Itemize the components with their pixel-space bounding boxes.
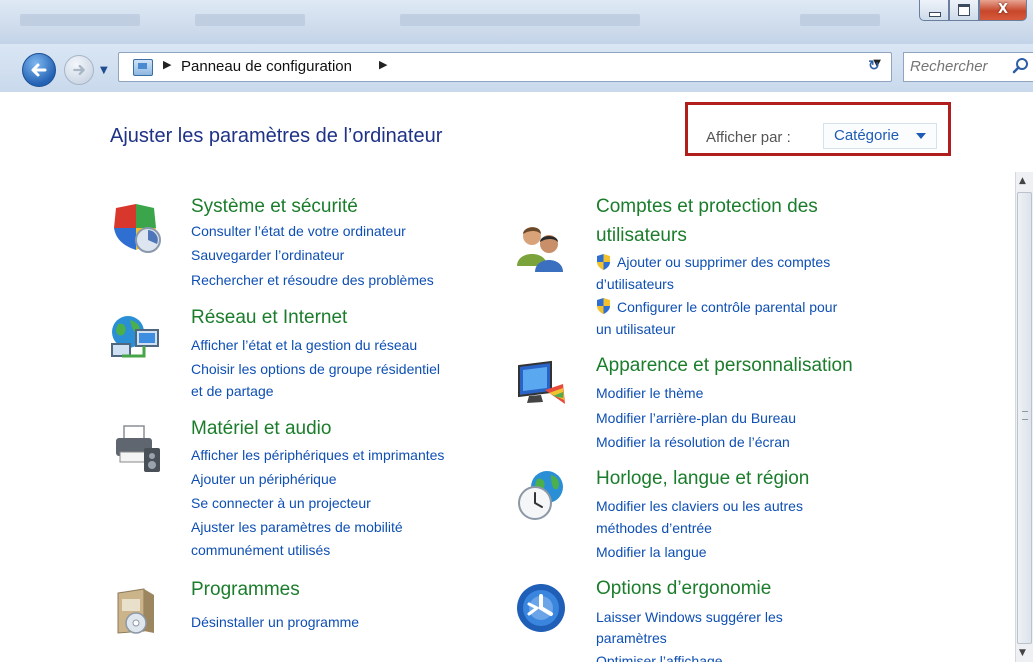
scrollbar-thumb[interactable] [1017, 192, 1032, 644]
network-globe-icon [111, 316, 159, 358]
search-input[interactable] [910, 56, 1006, 76]
uac-shield-icon [597, 298, 610, 314]
link-devices-printers[interactable]: Afficher les périphériques et imprimante… [191, 447, 444, 463]
search-icon[interactable] [1012, 57, 1030, 75]
control-panel-icon [133, 59, 153, 76]
title-bar-blur [20, 14, 140, 26]
monitor-palette-icon [518, 360, 565, 404]
printer-icon [116, 425, 160, 472]
category-title-user-accounts-cont[interactable]: utilisateurs [596, 225, 687, 247]
category-title-clock-language[interactable]: Horloge, langue et région [596, 468, 809, 490]
link-change-keyboards-cont[interactable]: méthodes d’entrée [596, 520, 712, 536]
link-let-windows-suggest[interactable]: Laisser Windows suggérer les [596, 609, 783, 625]
category-title-network-internet[interactable]: Réseau et Internet [191, 307, 347, 329]
close-button[interactable]: X [979, 0, 1027, 21]
link-change-keyboards[interactable]: Modifier les claviers ou les autres [596, 498, 803, 514]
category-title-ease-of-access[interactable]: Options d’ergonomie [596, 578, 771, 600]
scroll-down-arrow-icon[interactable]: ▼ [1019, 648, 1026, 658]
category-title-system-security[interactable]: Système et sécurité [191, 196, 358, 218]
link-connect-projector[interactable]: Se connecter à un projecteur [191, 495, 371, 511]
link-change-background[interactable]: Modifier l’arrière-plan du Bureau [596, 410, 796, 426]
breadcrumb-arrow-icon[interactable]: ▶ [163, 58, 171, 71]
link-add-remove-accounts-cont[interactable]: d’utilisateurs [596, 276, 674, 292]
back-arrow-icon [31, 63, 47, 77]
link-add-device[interactable]: Ajouter un périphérique [191, 471, 337, 487]
breadcrumb-arrow-icon[interactable]: ▶ [379, 58, 387, 71]
back-button[interactable] [22, 53, 56, 87]
security-shield-icon [114, 204, 161, 253]
forward-arrow-icon [73, 64, 85, 76]
title-bar-blur [800, 14, 880, 26]
link-change-theme[interactable]: Modifier le thème [596, 385, 703, 401]
minimize-button[interactable] [919, 0, 949, 21]
control-panel-window: X ▼ ▶ Panneau de configuration ▶ ▼ ↻ Aju… [0, 0, 1033, 662]
content-pane: Ajuster les paramètres de l’ordinateur A… [0, 92, 1033, 662]
category-title-user-accounts[interactable]: Comptes et protection des [596, 196, 818, 218]
ease-of-access-icon [517, 584, 565, 632]
maximize-icon [958, 4, 970, 16]
link-add-remove-accounts[interactable]: Ajouter ou supprimer des comptes [617, 254, 830, 270]
close-icon: X [997, 2, 1009, 17]
users-icon [517, 227, 563, 272]
link-mobility-settings[interactable]: Ajuster les paramètres de mobilité [191, 519, 403, 535]
link-let-windows-suggest-cont[interactable]: paramètres [596, 630, 667, 646]
category-title-programs[interactable]: Programmes [191, 579, 300, 601]
breadcrumb-control-panel[interactable]: Panneau de configuration [181, 58, 352, 75]
uac-shield-icon [597, 254, 610, 270]
link-troubleshoot[interactable]: Rechercher et résoudre des problèmes [191, 272, 434, 288]
category-title-appearance[interactable]: Apparence et personnalisation [596, 355, 853, 377]
minimize-icon [929, 12, 941, 17]
link-network-status[interactable]: Afficher l’état et la gestion du réseau [191, 337, 417, 353]
title-bar: X [0, 0, 1033, 44]
link-parental-controls-cont[interactable]: un utilisateur [596, 321, 675, 337]
scrollbar-grip [1022, 411, 1028, 420]
vertical-scrollbar[interactable]: ▲ ▼ [1015, 172, 1033, 662]
navigation-bar: ▼ ▶ Panneau de configuration ▶ ▼ ↻ [0, 44, 1033, 92]
category-title-hardware-sound[interactable]: Matériel et audio [191, 418, 331, 440]
link-mobility-settings-cont[interactable]: communément utilisés [191, 542, 330, 558]
link-optimize-display[interactable]: Optimiser l’affichage [596, 653, 723, 662]
programs-box-icon [117, 588, 154, 634]
window-controls: X [919, 0, 1027, 22]
address-bar[interactable]: ▶ Panneau de configuration ▶ ▼ [118, 52, 892, 82]
link-backup-computer[interactable]: Sauvegarder l’ordinateur [191, 247, 344, 263]
search-box[interactable] [903, 52, 1033, 82]
link-parental-controls[interactable]: Configurer le contrôle parental pour [617, 299, 837, 315]
title-bar-blur [400, 14, 640, 26]
highlight-box [685, 102, 951, 156]
link-change-language[interactable]: Modifier la langue [596, 544, 707, 560]
page-title: Ajuster les paramètres de l’ordinateur [110, 125, 443, 147]
scroll-up-arrow-icon[interactable]: ▲ [1019, 176, 1026, 186]
link-homegroup-options-cont[interactable]: et de partage [191, 383, 274, 399]
clock-globe-icon [518, 471, 563, 520]
link-homegroup-options[interactable]: Choisir les options de groupe résidentie… [191, 361, 440, 377]
recent-pages-dropdown[interactable]: ▼ [100, 65, 108, 76]
refresh-icon[interactable]: ↻ [868, 58, 880, 74]
maximize-button[interactable] [949, 0, 979, 21]
title-bar-blur [195, 14, 305, 26]
forward-button[interactable] [64, 55, 94, 85]
link-check-computer-status[interactable]: Consulter l’état de votre ordinateur [191, 223, 406, 239]
link-change-resolution[interactable]: Modifier la résolution de l’écran [596, 434, 790, 450]
link-uninstall-program[interactable]: Désinstaller un programme [191, 614, 359, 630]
